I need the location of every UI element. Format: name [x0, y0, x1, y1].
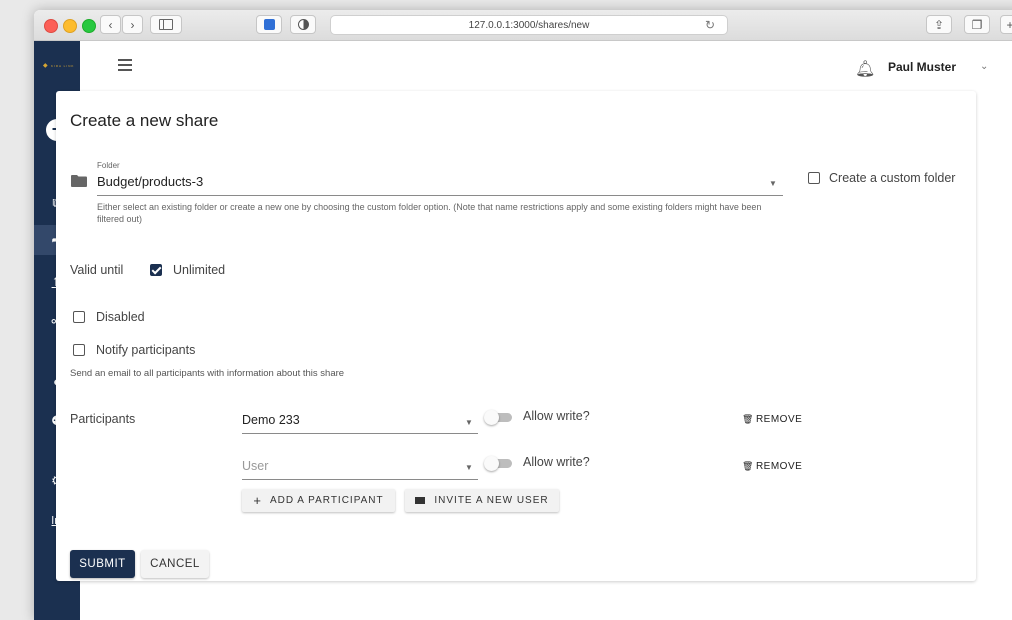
dropdown-arrow-icon[interactable]: ▼	[465, 418, 473, 427]
unlimited-checkbox[interactable]	[150, 264, 162, 276]
bell-icon[interactable]: 🔔︎	[855, 59, 875, 79]
add-participant-button[interactable]: + ADD A PARTICIPANT	[242, 489, 395, 512]
invite-user-button[interactable]: INVITE A NEW USER	[405, 489, 559, 512]
sidebar-toggle-button[interactable]	[150, 15, 182, 34]
participants-label: Participants	[70, 412, 136, 426]
page-title: Create a new share	[70, 111, 219, 130]
remove-participant-button[interactable]: 🗑︎ REMOVE	[742, 461, 802, 472]
participant-underline	[242, 479, 478, 480]
allow-write-toggle[interactable]	[484, 410, 514, 425]
folder-icon	[71, 175, 87, 187]
half-circle-icon	[297, 19, 309, 30]
notify-hint: Send an email to all participants with i…	[70, 368, 345, 379]
folder-label: Folder	[97, 161, 120, 170]
dropdown-arrow-icon[interactable]: ▼	[769, 179, 777, 188]
cancel-button[interactable]: CANCEL	[141, 550, 209, 578]
plus-icon: +	[1006, 17, 1012, 32]
browser-titlebar: ‹ › 127.0.0.1:3000/shares/new ↻ ⇪ ❐ +	[34, 10, 1012, 41]
folder-underline	[97, 195, 783, 196]
shield-icon	[263, 19, 275, 30]
allow-write-label: Allow write?	[523, 409, 590, 423]
user-name[interactable]: Paul Muster	[888, 60, 956, 74]
back-button[interactable]: ‹	[100, 15, 121, 34]
close-window-button[interactable]	[44, 19, 58, 33]
trash-icon: 🗑︎	[742, 461, 754, 471]
chevron-right-icon: ›	[130, 17, 135, 32]
zoom-window-button[interactable]	[82, 19, 96, 33]
chevron-left-icon: ‹	[108, 17, 113, 32]
custom-folder-label: Create a custom folder	[829, 171, 956, 185]
logo-mark-icon: ◆	[43, 63, 49, 69]
logo-text: KIRA LINK	[51, 64, 75, 68]
share-form-card: Create a new share Folder Budget/product…	[56, 91, 976, 581]
notify-label: Notify participants	[96, 343, 196, 357]
tabs-overview-button[interactable]: ❐	[964, 15, 990, 34]
allow-write-toggle[interactable]	[484, 456, 514, 471]
disabled-label: Disabled	[96, 310, 145, 324]
dropdown-arrow-icon[interactable]: ▼	[465, 463, 473, 472]
unlimited-label: Unlimited	[173, 263, 226, 277]
trash-icon: 🗑︎	[742, 414, 754, 424]
privacy-extension-button[interactable]	[290, 15, 316, 34]
allow-write-label: Allow write?	[523, 455, 590, 469]
share-box-icon: ⇪	[933, 17, 945, 32]
participant-select[interactable]: Demo 233	[242, 413, 300, 427]
submit-button[interactable]: SUBMIT	[70, 550, 135, 578]
plus-icon: +	[253, 493, 262, 508]
valid-until-label: Valid until	[70, 263, 124, 277]
url-text: 127.0.0.1:3000/shares/new	[468, 19, 590, 31]
disabled-checkbox[interactable]	[73, 311, 85, 323]
custom-folder-checkbox[interactable]	[808, 172, 820, 184]
tabs-icon: ❐	[971, 17, 983, 32]
password-extension-button[interactable]	[256, 15, 282, 34]
sidebar-icon	[159, 19, 173, 30]
forward-button[interactable]: ›	[122, 15, 143, 34]
participant-underline	[242, 433, 478, 434]
share-page-button[interactable]: ⇪	[926, 15, 952, 34]
remove-participant-button[interactable]: 🗑︎ REMOVE	[742, 414, 802, 425]
reload-icon[interactable]: ↻	[705, 18, 715, 32]
minimize-window-button[interactable]	[63, 19, 77, 33]
participant-select[interactable]: User	[242, 459, 268, 473]
folder-hint: Either select an existing folder or crea…	[97, 202, 762, 224]
mail-icon	[415, 497, 426, 504]
menu-icon[interactable]	[118, 59, 132, 74]
chevron-down-icon[interactable]: ⌄	[980, 61, 988, 72]
folder-select[interactable]: Budget/products-3	[97, 174, 203, 189]
address-bar[interactable]: 127.0.0.1:3000/shares/new ↻	[330, 15, 728, 35]
notify-checkbox[interactable]	[73, 344, 85, 356]
new-tab-button[interactable]: +	[1000, 15, 1012, 34]
app-logo[interactable]: ◆ KIRA LINK	[43, 62, 74, 69]
